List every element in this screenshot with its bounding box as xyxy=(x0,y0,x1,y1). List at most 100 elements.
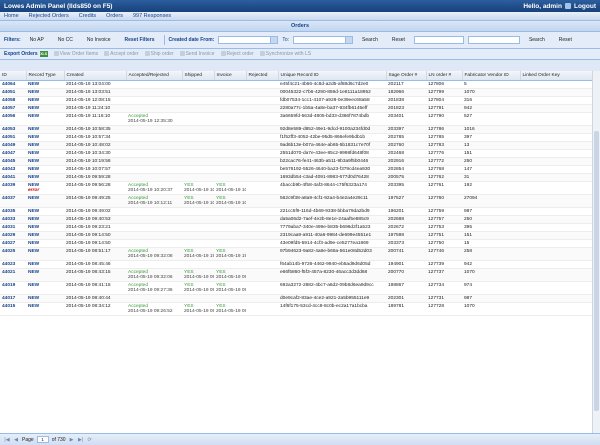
table-row[interactable]: 44025 NEW 2014-05-19 08:51:17 Accepted 2014-… xyxy=(0,247,592,261)
search-reset-button[interactable]: Reset xyxy=(554,35,577,45)
reset-filters-button[interactable]: Reset Filters xyxy=(120,35,160,45)
send-invoice-button[interactable]: Send Invoice xyxy=(179,51,215,57)
table-row[interactable]: 44043 NEW 2014-05-19 10:07:57 be576192-5526… xyxy=(0,165,592,174)
nav-rejected-orders[interactable]: Rejected Orders xyxy=(29,13,69,19)
table-row[interactable]: 44033 NEW 2014-05-19 09:40:53 da5a06d2-7aef… xyxy=(0,215,592,224)
logout-link[interactable]: Logout xyxy=(574,3,596,10)
page-input[interactable]: 1 xyxy=(36,436,49,443)
table-cell: 202301 xyxy=(386,294,426,303)
table-row[interactable]: 44017 NEW 2014-05-19 08:40:44 d0e9caf2-83ae… xyxy=(0,294,592,303)
cell-created: 2014-05-19 09:14:50 xyxy=(66,240,111,246)
table-cell: 127737 xyxy=(426,268,462,282)
table-row[interactable]: 44031 NEW 2014-05-19 09:23:21 7779aba7-340e… xyxy=(0,223,592,232)
date-from-input[interactable] xyxy=(218,36,279,44)
date-reset-button[interactable]: Reset xyxy=(387,35,410,45)
column-header[interactable]: Accepted/Rejected xyxy=(126,71,183,81)
table-row[interactable]: 44041 NEW 2014-05-19 09:59:28 1693db54-c3ad… xyxy=(0,173,592,182)
table-row[interactable]: 44049 NEW 2014-05-19 10:48:02 9ad6b13e-b07a… xyxy=(0,141,592,150)
column-header[interactable]: Linked Order Key xyxy=(520,71,593,81)
table-row[interactable]: 44023 NEW 2014-05-19 08:45:46 f64ab14b-9726… xyxy=(0,260,592,269)
next-page-icon[interactable]: ▶ xyxy=(69,437,75,443)
table-cell xyxy=(126,294,182,303)
filter-no-invoice[interactable]: No Invoice xyxy=(82,35,116,45)
column-header[interactable]: LN order # xyxy=(426,71,463,81)
column-header[interactable]: Sage Order # xyxy=(386,71,427,81)
synchronize-button[interactable]: Synchronize with LS xyxy=(259,51,311,57)
table-cell xyxy=(246,194,278,208)
table-cell: 127759 xyxy=(426,207,462,216)
search-button[interactable]: Search xyxy=(524,35,550,45)
column-header[interactable]: Record Type xyxy=(26,71,65,81)
table-row[interactable]: 44021 NEW 2014-05-19 08:43:15 Accepted 2014-… xyxy=(0,268,592,282)
table-row[interactable]: 44045 NEW 2014-05-19 10:19:58 b22cac76-fe41… xyxy=(0,157,592,166)
reject-order-button[interactable]: Reject order xyxy=(220,51,254,57)
prev-page-icon[interactable]: ◀ xyxy=(13,437,19,443)
table-row[interactable]: 44035 NEW 2014-05-19 09:49:02 221cc5f9-116d… xyxy=(0,207,592,216)
table-cell xyxy=(246,157,278,166)
column-header[interactable]: ID xyxy=(0,71,27,81)
search-input[interactable] xyxy=(413,36,464,44)
cell-shipped-date: 2014-05-19 19:11:51 xyxy=(184,253,214,259)
filter-no-cc[interactable]: No CC xyxy=(53,35,78,45)
column-header[interactable]: Created xyxy=(64,71,127,81)
filter-no-ap[interactable]: No AP xyxy=(25,35,49,45)
table-row[interactable]: 44037 NEW 2014-05-19 09:49:25 Accepted 2014-… xyxy=(0,194,592,208)
table-row[interactable]: 44064 NEW 2014-05-19 13:04:00 e45f4c21-4b66… xyxy=(0,80,592,89)
date-to-input[interactable] xyxy=(293,36,354,44)
ship-order-button[interactable]: Ship order xyxy=(144,51,174,57)
cell-record-type: NEW xyxy=(28,224,40,230)
table-cell xyxy=(520,173,592,182)
nav-997-responses[interactable]: 997 Responses xyxy=(133,13,171,19)
table-row[interactable]: 44058 NEW 2014-05-19 12:08:15 fdb07534-1cc1… xyxy=(0,96,592,105)
table-cell: YES2014-05-19 10:19:03 xyxy=(182,194,214,208)
logout-icon[interactable] xyxy=(564,3,571,9)
column-header[interactable]: Invoice xyxy=(214,71,247,81)
table-cell: 942 xyxy=(462,260,520,269)
nav-home[interactable]: Home xyxy=(4,13,19,19)
table-row[interactable]: 44051 NEW 2014-05-19 13:03:51 00045322-c7b6… xyxy=(0,88,592,97)
table-row[interactable]: 44015 NEW 2014-05-19 08:34:12 Accepted 2014-… xyxy=(0,302,592,316)
export-orders-button[interactable]: Export Orders XLS xyxy=(4,51,48,57)
vertical-scrollbar[interactable] xyxy=(592,71,600,433)
table-cell: 202468 xyxy=(386,149,426,158)
table-cell: 202688 xyxy=(386,215,426,224)
table-row[interactable]: 44057 NEW 2014-05-19 11:24:10 2280a77c-1b5a… xyxy=(0,104,592,113)
last-page-icon[interactable]: ▶| xyxy=(78,437,84,443)
cell-fabricator-id: 1070 xyxy=(464,303,475,309)
date-search-button[interactable]: Search xyxy=(357,35,383,45)
table-row[interactable]: 44029 NEW 2014-05-19 09:14:50 2319caa9-a911… xyxy=(0,231,592,240)
search-input-2[interactable] xyxy=(467,36,520,44)
table-cell xyxy=(126,80,182,89)
view-order-items-button[interactable]: View Order Items xyxy=(53,51,98,57)
table-row[interactable]: 44019 NEW 2014-05-19 08:41:15 Accepted 2014-… xyxy=(0,281,592,295)
table-cell: 2014-05-19 11:16:10 xyxy=(64,112,126,126)
table-row[interactable]: 44027 NEW 2014-05-19 09:14:50 43e09fd5-5914… xyxy=(0,239,592,248)
calendar-icon[interactable] xyxy=(270,37,278,43)
table-cell: 200770 xyxy=(386,268,426,282)
first-page-icon[interactable]: |◀ xyxy=(4,437,10,443)
accept-order-button[interactable]: Accept order xyxy=(104,51,139,57)
nav-orders[interactable]: Orders xyxy=(106,13,123,19)
table-cell: 692a3272-2882-4bc7-a6d2-09b8d6ea9d9cc xyxy=(278,281,386,295)
calendar-icon[interactable] xyxy=(345,37,353,43)
table-cell: 44029 xyxy=(0,231,26,240)
table-row[interactable]: 44047 NEW 2014-05-19 10:34:30 2551d070-da7e… xyxy=(0,149,592,158)
cell-fabricator-id: 1070 xyxy=(464,89,475,95)
refresh-icon[interactable]: ⟳ xyxy=(87,437,93,443)
table-cell: YES2014-05-19 09:32:03 xyxy=(182,281,214,295)
column-header[interactable]: Shipped xyxy=(182,71,215,81)
table-cell xyxy=(520,194,592,208)
column-header[interactable]: Fabricator Vendor ID xyxy=(462,71,521,81)
cell-fabricator-id: 151 xyxy=(464,232,473,238)
cell-ln-order: 127751 xyxy=(428,232,445,238)
scrollbar-thumb[interactable] xyxy=(594,131,599,411)
table-row[interactable]: 44051 NEW 2014-05-19 10:57:34 f1f52ff3-4052… xyxy=(0,133,592,142)
table-row[interactable]: 44056 NEW 2014-05-19 11:16:10 Accepted 2014-… xyxy=(0,112,592,126)
column-header[interactable]: Unique Record ID xyxy=(278,71,387,81)
orders-grid: ID Record Type Created Accepted/Rejected Shi… xyxy=(0,71,600,433)
table-row[interactable]: 44053 NEW 2014-05-19 10:58:35 92d8e589-d852… xyxy=(0,125,592,134)
cell-unique-id: 221cc5f9-116d-4b69-9338-bbba79da2bd9 xyxy=(280,208,370,214)
table-row[interactable]: 44039 NEW error 2014-05-19 09:56:28 Accepted… xyxy=(0,181,592,195)
nav-credits[interactable]: Credits xyxy=(79,13,96,19)
column-header[interactable]: Rejected xyxy=(246,71,279,81)
